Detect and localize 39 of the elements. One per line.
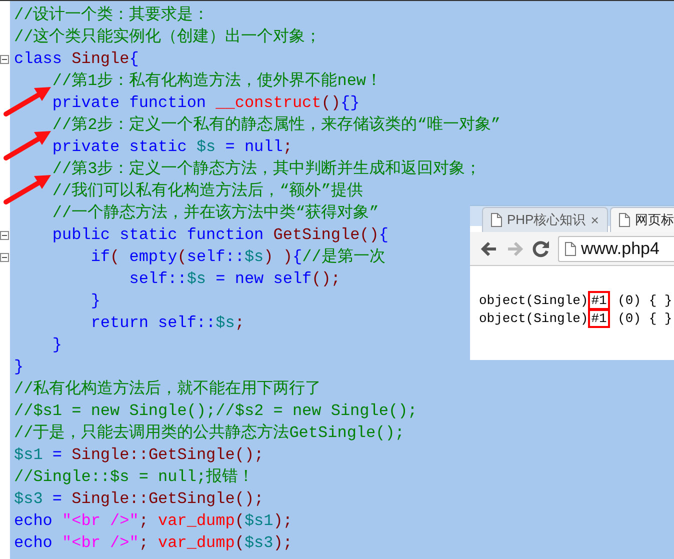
output-line: object(Single) #1 (0) { } bbox=[479, 292, 674, 310]
code-line: //一个静态方法，并在该方法中类“获得对象” bbox=[51, 202, 379, 224]
code-line: if( empty(self::$s) ){//是第一次 bbox=[90, 247, 386, 268]
browser-tab[interactable]: 网页标 bbox=[610, 207, 674, 232]
code-line: //我们可以私有化构造方法后，“额外”提供 bbox=[51, 180, 363, 202]
page-icon bbox=[565, 242, 576, 256]
reload-icon[interactable] bbox=[532, 240, 550, 258]
code-line: //设计一个类：其要求是： bbox=[14, 4, 210, 26]
back-icon[interactable] bbox=[480, 240, 498, 258]
code-line: //第1步：私有化构造方法，使外界不能new！ bbox=[51, 70, 382, 92]
page-icon bbox=[618, 213, 630, 227]
code-line: //Single::$s = null;报错！ bbox=[14, 467, 254, 488]
code-line: $s1 = Single::GetSingle(); bbox=[14, 445, 264, 466]
code-line: $s3 = Single::GetSingle(); bbox=[14, 489, 264, 510]
code-line: private static $s = null; bbox=[51, 137, 292, 158]
address-bar[interactable]: www.php4 bbox=[558, 236, 674, 262]
fold-icon[interactable] bbox=[0, 252, 9, 262]
code-line: class Single{ bbox=[14, 49, 139, 70]
code-line: echo "<br />"; var_dump($s1); bbox=[14, 511, 292, 532]
fold-icon[interactable] bbox=[0, 230, 9, 240]
code-line: //这个类只能实例化（创建）出一个对象； bbox=[14, 26, 322, 48]
code-line: } bbox=[14, 357, 24, 378]
code-line: //第3步：定义一个静态方法，其中判断并生成和返回对象； bbox=[51, 158, 482, 180]
code-line: echo "<br />"; var_dump($s3); bbox=[14, 533, 292, 554]
output-line: object(Single) #1 (0) { } bbox=[479, 310, 674, 328]
code-line: //第2步：定义一个私有的静态属性，来存储该类的“唯一对象” bbox=[51, 114, 500, 136]
code-line: } bbox=[51, 335, 62, 356]
browser-tab[interactable]: PHP核心知识 × bbox=[482, 207, 608, 232]
code-line: return self::$s; bbox=[90, 313, 244, 334]
code-line: } bbox=[90, 291, 100, 312]
code-line: //私有化构造方法后，就不能在用下两行了 bbox=[14, 378, 322, 400]
code-line: public static function GetSingle(){ bbox=[51, 225, 388, 246]
tab-close[interactable]: × bbox=[590, 212, 599, 228]
code-line: //于是，只能去调用类的公共静态方法GetSingle(); bbox=[14, 422, 404, 444]
code-line: self::$s = new self(); bbox=[128, 269, 340, 290]
code-line: private function __construct(){} bbox=[51, 93, 360, 114]
code-line: //$s1 = new Single();//$s2 = new Single(); bbox=[14, 401, 418, 422]
page-icon bbox=[491, 213, 502, 227]
fold-icon[interactable] bbox=[0, 54, 9, 64]
